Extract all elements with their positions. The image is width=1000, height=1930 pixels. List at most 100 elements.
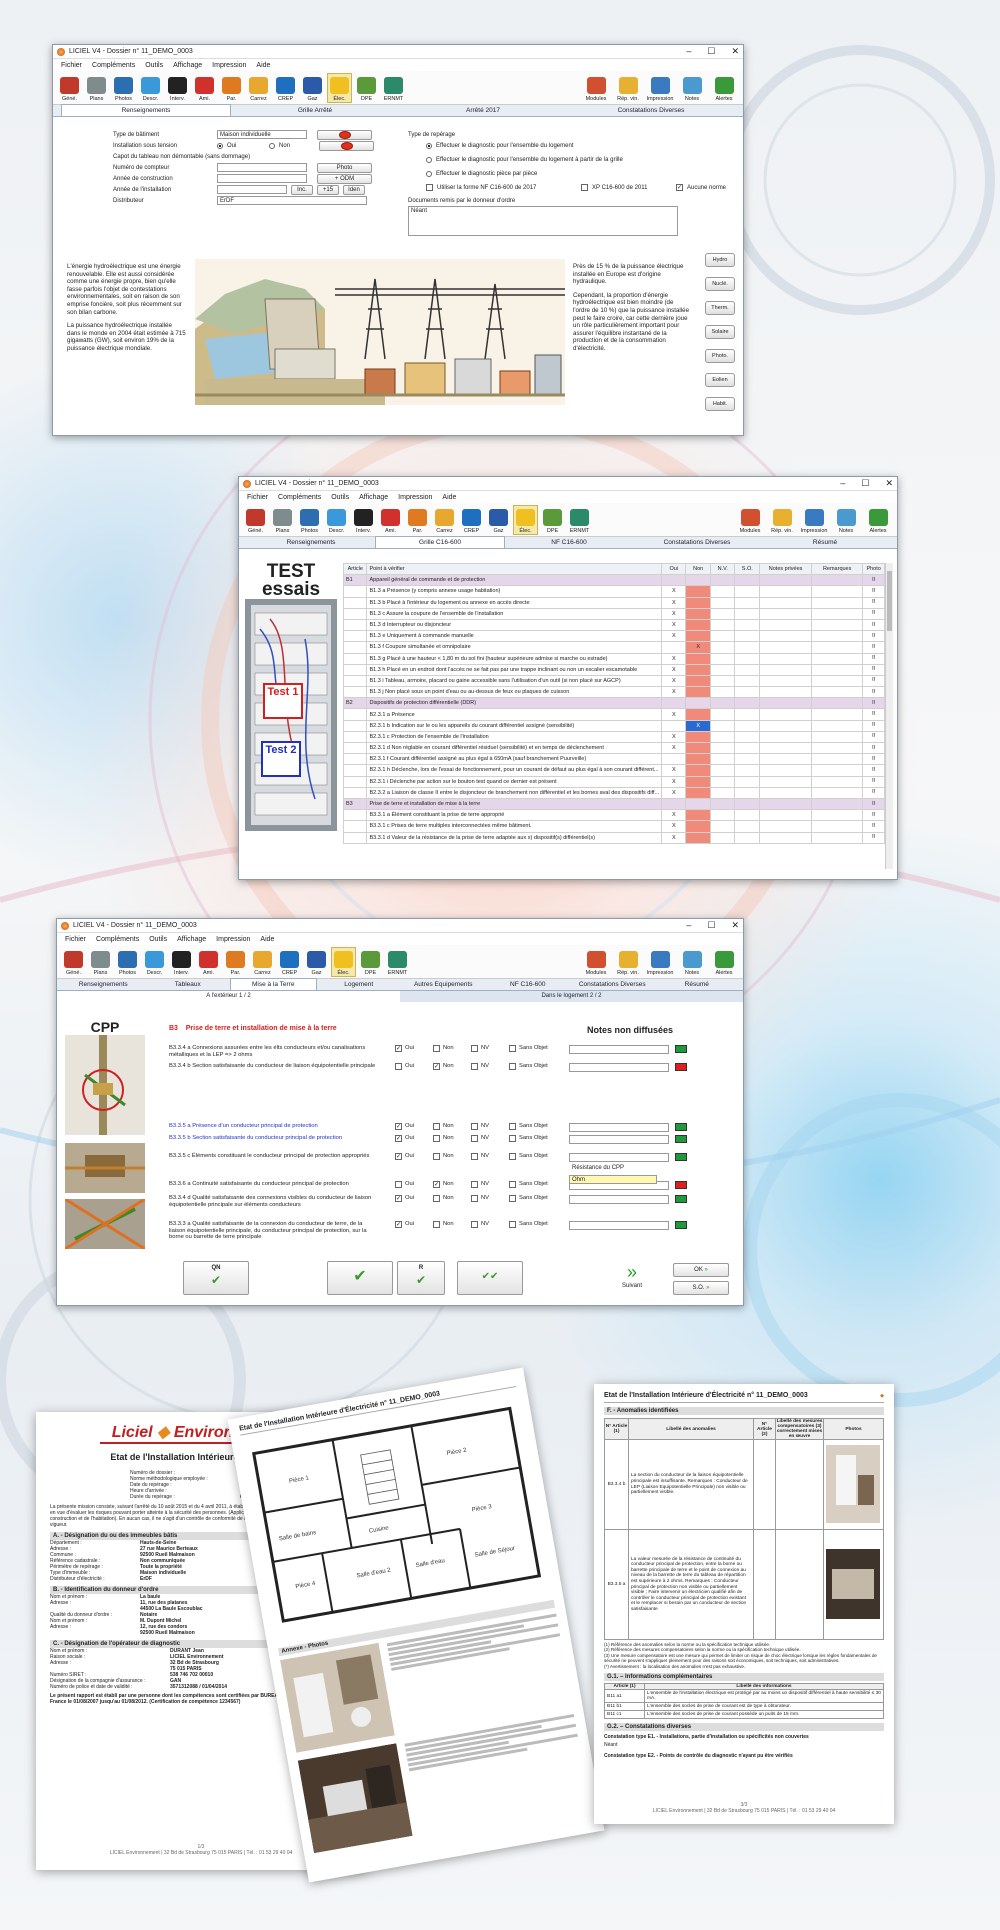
menu-complements[interactable]: Compléments (96, 936, 139, 943)
cell-so[interactable] (734, 674, 761, 688)
oui-checkbox[interactable]: ✓ (395, 1153, 402, 1160)
toolbar-button-dpe[interactable]: DPE (354, 73, 379, 103)
cell-notes[interactable] (759, 820, 813, 833)
toolbar-button-crep[interactable]: CREP (273, 73, 298, 103)
clear-type-button[interactable] (317, 129, 372, 140)
table-row[interactable]: B2.3.1 b Indication sur le ou les appare… (343, 719, 885, 732)
menu-impression[interactable]: Impression (212, 62, 246, 69)
cell-remarques[interactable] (811, 663, 864, 676)
cell-photo[interactable]: ⌷ (862, 708, 885, 721)
green-status-flag[interactable] (675, 1195, 687, 1203)
toolbar-button-photos[interactable]: Photos (115, 947, 140, 977)
cell-notes[interactable] (759, 585, 813, 598)
toolbar-button-ami[interactable]: Ami. (378, 505, 403, 535)
menu-affichage[interactable]: Affichage (173, 62, 202, 69)
habitat-button[interactable]: Habit. (705, 397, 735, 411)
thermique-button[interactable]: Therm. (705, 301, 735, 315)
notes-select[interactable] (569, 1045, 669, 1054)
table-row[interactable]: B2.3.1 a Présence X ⌷ (343, 708, 885, 721)
toolbar-button-carrez[interactable]: Carrez (246, 73, 271, 103)
cell-non[interactable] (685, 764, 711, 777)
compteur-input[interactable] (217, 163, 307, 172)
cell-so[interactable] (734, 753, 761, 766)
toolbar-button-alertes[interactable]: Alertes (709, 947, 739, 977)
nv-checkbox[interactable] (471, 1135, 478, 1142)
oui-checkbox[interactable] (395, 1063, 402, 1070)
table-row[interactable]: B1.3 e Uniquement à commande manuelle X ⌷ (343, 630, 885, 643)
cell-nv[interactable] (709, 686, 736, 699)
tab-resume[interactable]: Résumé (761, 537, 889, 548)
camera-icon[interactable]: ⌷ (872, 722, 875, 728)
table-row[interactable]: B3.3.1 d Valeur de la résistance de la p… (343, 831, 885, 844)
docs-textarea[interactable]: Néant (408, 206, 678, 236)
col-point[interactable]: Point à vérifier (366, 563, 663, 576)
camera-icon[interactable]: ⌷ (872, 622, 875, 628)
oui-radio[interactable] (217, 142, 223, 149)
reperage-opt1-radio[interactable] (426, 142, 432, 149)
toolbar-button-ami[interactable]: Ami. (196, 947, 221, 977)
cell-non[interactable] (685, 630, 711, 643)
green-status-flag[interactable] (675, 1221, 687, 1229)
cell-so[interactable] (734, 786, 761, 799)
solaire-button[interactable]: Solaire (705, 325, 735, 339)
cell-nv[interactable] (709, 786, 736, 799)
validate-button[interactable]: ✔ (327, 1261, 393, 1295)
cell-photo[interactable]: ⌷ (862, 741, 885, 755)
plus15-button[interactable]: +15 (317, 184, 339, 195)
nv-checkbox[interactable] (471, 1195, 478, 1202)
cell-remarques[interactable] (811, 786, 864, 799)
cell-oui[interactable]: X (661, 663, 687, 676)
toolbar-button-lec[interactable]: Élec. (331, 946, 356, 977)
cell-remarques[interactable] (811, 585, 864, 598)
toolbar-button-photos[interactable]: Photos (111, 73, 136, 103)
tab-mise-a-la-terre[interactable]: Mise à la Terre (230, 978, 317, 990)
toolbar-button-descr[interactable]: Descr. (142, 947, 167, 977)
camera-icon[interactable]: ⌷ (872, 700, 875, 706)
cell-photo[interactable]: ⌷ (862, 809, 885, 822)
cell-notes[interactable] (759, 596, 813, 609)
cell-notes[interactable] (759, 663, 813, 676)
menu-aide[interactable]: Aide (260, 936, 274, 943)
toolbar-button-par[interactable]: Par. (223, 947, 248, 977)
tab-grille-c16600[interactable]: Grille C16-600 (375, 536, 505, 548)
cell-oui[interactable]: X (661, 730, 687, 744)
table-row[interactable]: B2.3.1 f Courant différentiel assigné au… (343, 753, 885, 766)
cell-notes[interactable] (759, 753, 813, 766)
toolbar-button-gaz[interactable]: Gaz (486, 505, 511, 535)
non-radio[interactable] (269, 142, 275, 149)
cell-nv[interactable] (709, 607, 736, 620)
table-row[interactable]: B1.3 a Présence (y compris annexe usage … (343, 585, 885, 598)
cell-so[interactable] (734, 607, 761, 620)
col-so[interactable]: S.O. (734, 563, 761, 576)
cell-photo[interactable]: ⌷ (862, 719, 885, 732)
subtab-exterieur[interactable]: A l'extérieur 1 / 2 (57, 991, 400, 1002)
table-row[interactable]: B1.3 b Placé à l'intérieur du logement o… (343, 596, 885, 609)
menu-fichier[interactable]: Fichier (61, 62, 82, 69)
cell-remarques[interactable] (811, 674, 864, 688)
toolbar-button-photos[interactable]: Photos (297, 505, 322, 535)
red-status-flag[interactable] (675, 1063, 687, 1071)
qn-button[interactable]: QN ✔ (183, 1261, 249, 1295)
cell-so[interactable] (734, 730, 761, 744)
reperage-opt3-radio[interactable] (426, 170, 432, 177)
cell-non[interactable]: X (685, 719, 711, 732)
cell-photo[interactable]: ⌷ (862, 753, 885, 766)
cell-notes[interactable] (759, 831, 813, 844)
camera-icon[interactable]: ⌷ (872, 644, 875, 650)
cell-oui[interactable]: X (661, 686, 687, 699)
cell-non[interactable] (685, 607, 711, 620)
cell-oui[interactable] (661, 641, 687, 654)
cell-non[interactable] (685, 697, 711, 710)
close-icon[interactable]: ✕ (731, 920, 739, 931)
cell-remarques[interactable] (811, 820, 864, 833)
camera-icon[interactable]: ⌷ (872, 689, 875, 695)
camera-icon[interactable]: ⌷ (872, 756, 875, 762)
odm-button[interactable]: + ODM (317, 173, 372, 184)
ok-button[interactable]: OK » (673, 1263, 729, 1277)
green-status-flag[interactable] (675, 1123, 687, 1131)
minimize-icon[interactable]: – (686, 920, 691, 931)
table-row[interactable]: B2.3.2 a Liaison de classe II entre le d… (343, 786, 885, 799)
nv-checkbox[interactable] (471, 1045, 478, 1052)
cell-non[interactable] (685, 708, 711, 721)
cell-oui[interactable]: X (661, 674, 687, 688)
